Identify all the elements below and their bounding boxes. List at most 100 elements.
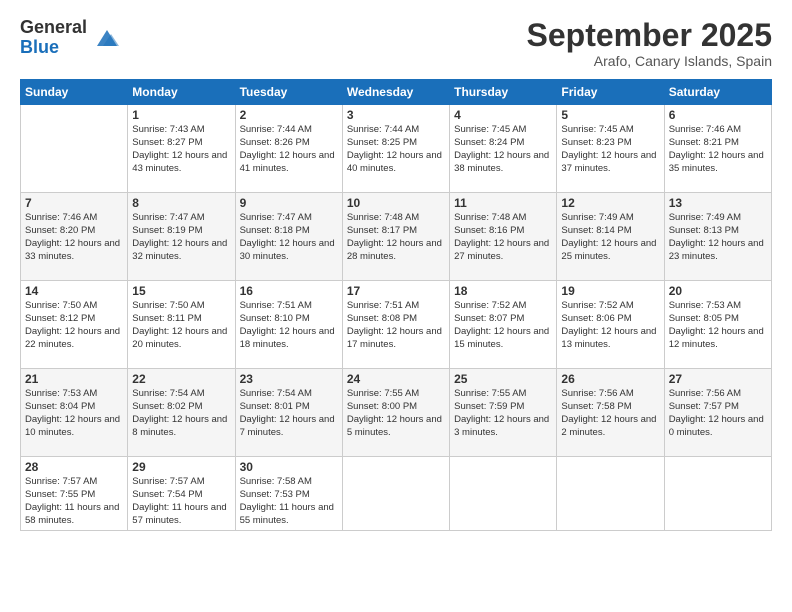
- calendar-day-cell: 14Sunrise: 7:50 AM Sunset: 8:12 PM Dayli…: [21, 281, 128, 369]
- calendar-day-cell: 24Sunrise: 7:55 AM Sunset: 8:00 PM Dayli…: [342, 369, 449, 457]
- day-number: 1: [132, 108, 230, 122]
- day-info: Sunrise: 7:56 AM Sunset: 7:57 PM Dayligh…: [669, 388, 767, 439]
- logo-general: General: [20, 18, 87, 38]
- calendar-day-cell: 6Sunrise: 7:46 AM Sunset: 8:21 PM Daylig…: [664, 105, 771, 193]
- day-info: Sunrise: 7:57 AM Sunset: 7:55 PM Dayligh…: [25, 476, 123, 527]
- calendar-day-cell: [21, 105, 128, 193]
- day-number: 21: [25, 372, 123, 386]
- weekday-header: Saturday: [664, 80, 771, 105]
- calendar-day-cell: 25 Sunrise: 7:55 AM Sunset: 7:59 PM Dayli…: [450, 369, 557, 457]
- calendar-day-cell: 16Sunrise: 7:51 AM Sunset: 8:10 PM Dayli…: [235, 281, 342, 369]
- weekday-header: Friday: [557, 80, 664, 105]
- day-info: Sunrise: 7:44 AM Sunset: 8:26 PM Dayligh…: [240, 124, 338, 175]
- day-info: Sunrise: 7:54 AM Sunset: 8:02 PM Dayligh…: [132, 388, 230, 439]
- calendar-day-cell: [342, 457, 449, 531]
- day-info: Sunrise: 7:44 AM Sunset: 8:25 PM Dayligh…: [347, 124, 445, 175]
- calendar-table: SundayMondayTuesdayWednesdayThursdayFrid…: [20, 79, 772, 531]
- calendar-day-cell: 4 Sunrise: 7:45 AM Sunset: 8:24 PM Daylig…: [450, 105, 557, 193]
- calendar-day-cell: [557, 457, 664, 531]
- calendar-day-cell: 12 Sunrise: 7:49 AM Sunset: 8:14 PM Dayli…: [557, 193, 664, 281]
- day-number: 20: [669, 284, 767, 298]
- day-info: Sunrise: 7:52 AM Sunset: 8:07 PM Dayligh…: [454, 300, 552, 351]
- day-number: 11: [454, 196, 552, 210]
- calendar-day-cell: 13 Sunrise: 7:49 AM Sunset: 8:13 PM Dayli…: [664, 193, 771, 281]
- calendar-day-cell: 1 Sunrise: 7:43 AM Sunset: 8:27 PM Daylig…: [128, 105, 235, 193]
- day-info: Sunrise: 7:50 AM Sunset: 8:12 PM Dayligh…: [25, 300, 123, 351]
- subtitle: Arafo, Canary Islands, Spain: [527, 53, 772, 69]
- day-info: Sunrise: 7:55 AM Sunset: 8:00 PM Dayligh…: [347, 388, 445, 439]
- day-info: Sunrise: 7:47 AM Sunset: 8:18 PM Dayligh…: [240, 212, 338, 263]
- day-number: 2: [240, 108, 338, 122]
- calendar-day-cell: 7Sunrise: 7:46 AM Sunset: 8:20 PM Daylig…: [21, 193, 128, 281]
- day-info: Sunrise: 7:52 AM Sunset: 8:06 PM Dayligh…: [561, 300, 659, 351]
- calendar-day-cell: 2 Sunrise: 7:44 AM Sunset: 8:26 PM Daylig…: [235, 105, 342, 193]
- calendar-day-cell: 19Sunrise: 7:52 AM Sunset: 8:06 PM Dayli…: [557, 281, 664, 369]
- calendar-week-row: 1 Sunrise: 7:43 AM Sunset: 8:27 PM Daylig…: [21, 105, 772, 193]
- day-number: 9: [240, 196, 338, 210]
- main-title: September 2025: [527, 18, 772, 53]
- weekday-header: Tuesday: [235, 80, 342, 105]
- header: General Blue September 2025 Arafo, Canar…: [20, 18, 772, 69]
- day-number: 6: [669, 108, 767, 122]
- logo: General Blue: [20, 18, 121, 58]
- logo-text: General Blue: [20, 18, 87, 58]
- weekday-header: Wednesday: [342, 80, 449, 105]
- calendar-day-cell: 21 Sunrise: 7:53 AM Sunset: 8:04 PM Dayli…: [21, 369, 128, 457]
- calendar-day-cell: 8 Sunrise: 7:47 AM Sunset: 8:19 PM Daylig…: [128, 193, 235, 281]
- day-number: 13: [669, 196, 767, 210]
- calendar-week-row: 14Sunrise: 7:50 AM Sunset: 8:12 PM Dayli…: [21, 281, 772, 369]
- calendar-day-cell: [664, 457, 771, 531]
- header-row: SundayMondayTuesdayWednesdayThursdayFrid…: [21, 80, 772, 105]
- day-number: 22: [132, 372, 230, 386]
- calendar-week-row: 21 Sunrise: 7:53 AM Sunset: 8:04 PM Dayli…: [21, 369, 772, 457]
- day-info: Sunrise: 7:49 AM Sunset: 8:13 PM Dayligh…: [669, 212, 767, 263]
- calendar-day-cell: 5 Sunrise: 7:45 AM Sunset: 8:23 PM Daylig…: [557, 105, 664, 193]
- calendar-day-cell: 20 Sunrise: 7:53 AM Sunset: 8:05 PM Dayli…: [664, 281, 771, 369]
- day-number: 10: [347, 196, 445, 210]
- day-number: 27: [669, 372, 767, 386]
- day-number: 28: [25, 460, 123, 474]
- day-number: 23: [240, 372, 338, 386]
- calendar-day-cell: 29 Sunrise: 7:57 AM Sunset: 7:54 PM Dayli…: [128, 457, 235, 531]
- day-info: Sunrise: 7:55 AM Sunset: 7:59 PM Dayligh…: [454, 388, 552, 439]
- day-number: 8: [132, 196, 230, 210]
- day-number: 3: [347, 108, 445, 122]
- day-number: 25: [454, 372, 552, 386]
- day-info: Sunrise: 7:45 AM Sunset: 8:23 PM Dayligh…: [561, 124, 659, 175]
- day-info: Sunrise: 7:57 AM Sunset: 7:54 PM Dayligh…: [132, 476, 230, 527]
- calendar-day-cell: 26 Sunrise: 7:56 AM Sunset: 7:58 PM Dayli…: [557, 369, 664, 457]
- day-info: Sunrise: 7:53 AM Sunset: 8:04 PM Dayligh…: [25, 388, 123, 439]
- day-info: Sunrise: 7:47 AM Sunset: 8:19 PM Dayligh…: [132, 212, 230, 263]
- page: General Blue September 2025 Arafo, Canar…: [0, 0, 792, 612]
- day-info: Sunrise: 7:51 AM Sunset: 8:08 PM Dayligh…: [347, 300, 445, 351]
- calendar-day-cell: 3 Sunrise: 7:44 AM Sunset: 8:25 PM Daylig…: [342, 105, 449, 193]
- day-info: Sunrise: 7:46 AM Sunset: 8:20 PM Dayligh…: [25, 212, 123, 263]
- calendar-day-cell: 30 Sunrise: 7:58 AM Sunset: 7:53 PM Dayli…: [235, 457, 342, 531]
- day-number: 12: [561, 196, 659, 210]
- day-info: Sunrise: 7:49 AM Sunset: 8:14 PM Dayligh…: [561, 212, 659, 263]
- day-info: Sunrise: 7:53 AM Sunset: 8:05 PM Dayligh…: [669, 300, 767, 351]
- weekday-header: Monday: [128, 80, 235, 105]
- day-info: Sunrise: 7:58 AM Sunset: 7:53 PM Dayligh…: [240, 476, 338, 527]
- day-info: Sunrise: 7:56 AM Sunset: 7:58 PM Dayligh…: [561, 388, 659, 439]
- day-info: Sunrise: 7:43 AM Sunset: 8:27 PM Dayligh…: [132, 124, 230, 175]
- calendar-day-cell: 28 Sunrise: 7:57 AM Sunset: 7:55 PM Dayli…: [21, 457, 128, 531]
- calendar-week-row: 28 Sunrise: 7:57 AM Sunset: 7:55 PM Dayli…: [21, 457, 772, 531]
- calendar-day-cell: 11Sunrise: 7:48 AM Sunset: 8:16 PM Dayli…: [450, 193, 557, 281]
- day-number: 5: [561, 108, 659, 122]
- day-number: 16: [240, 284, 338, 298]
- day-number: 30: [240, 460, 338, 474]
- calendar-day-cell: 17Sunrise: 7:51 AM Sunset: 8:08 PM Dayli…: [342, 281, 449, 369]
- day-info: Sunrise: 7:50 AM Sunset: 8:11 PM Dayligh…: [132, 300, 230, 351]
- day-number: 29: [132, 460, 230, 474]
- logo-icon: [93, 24, 121, 52]
- weekday-header: Sunday: [21, 80, 128, 105]
- day-number: 15: [132, 284, 230, 298]
- weekday-header: Thursday: [450, 80, 557, 105]
- day-number: 26: [561, 372, 659, 386]
- day-info: Sunrise: 7:45 AM Sunset: 8:24 PM Dayligh…: [454, 124, 552, 175]
- calendar-day-cell: 23Sunrise: 7:54 AM Sunset: 8:01 PM Dayli…: [235, 369, 342, 457]
- calendar-day-cell: 22 Sunrise: 7:54 AM Sunset: 8:02 PM Dayli…: [128, 369, 235, 457]
- day-info: Sunrise: 7:48 AM Sunset: 8:17 PM Dayligh…: [347, 212, 445, 263]
- day-number: 4: [454, 108, 552, 122]
